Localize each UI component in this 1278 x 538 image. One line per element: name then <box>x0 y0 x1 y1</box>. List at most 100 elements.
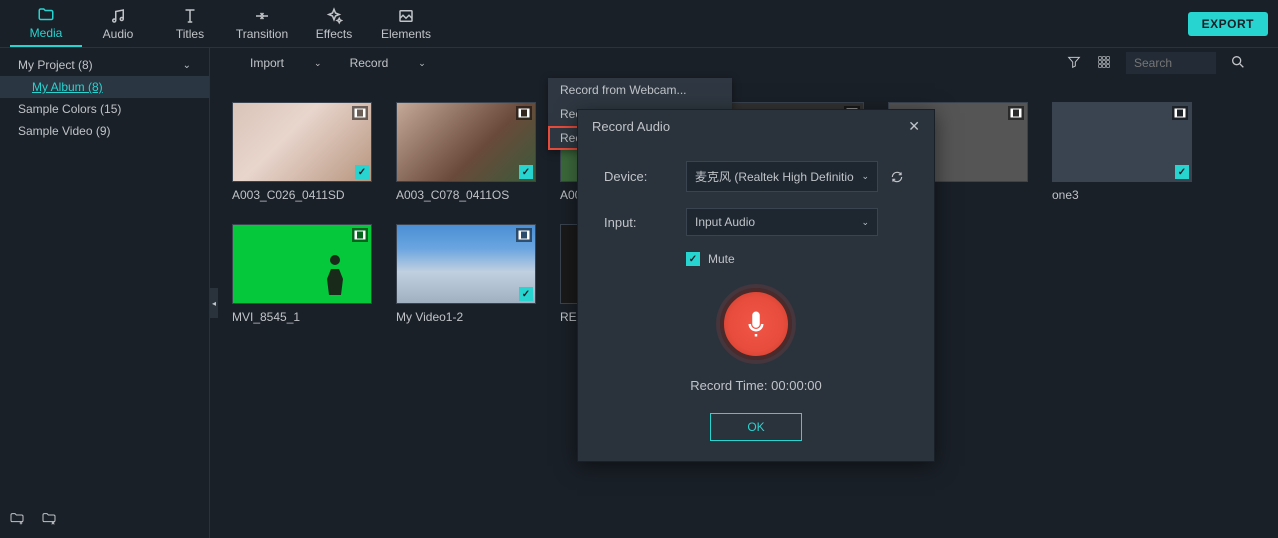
tab-media[interactable]: Media <box>10 1 82 47</box>
tree-label: Sample Video (9) <box>18 124 111 138</box>
check-icon: ✓ <box>1175 165 1189 179</box>
ok-button[interactable]: OK <box>710 413 801 441</box>
grid-view-button[interactable] <box>1096 54 1112 73</box>
import-dropdown[interactable]: Import ⌄ <box>242 52 330 74</box>
thumb-item[interactable]: MVI_8545_1 <box>232 224 372 324</box>
video-badge-icon <box>1008 106 1024 120</box>
mute-checkbox[interactable]: ✓ <box>686 252 700 266</box>
video-badge-icon <box>516 228 532 242</box>
sidebar-collapse-handle[interactable]: ◂ <box>210 288 218 318</box>
dialog-body: Device: 麦克风 (Realtek High Definitio ⌄ In… <box>578 143 934 461</box>
sidebar-item-my-project[interactable]: My Project (8) ⌄ <box>0 54 209 76</box>
thumb-item[interactable]: ✓ one3 <box>1052 102 1192 202</box>
input-value: Input Audio <box>695 215 755 229</box>
video-badge-icon <box>352 228 368 242</box>
tab-effects[interactable]: Effects <box>298 1 370 47</box>
microphone-icon <box>741 309 771 339</box>
video-badge-icon <box>516 106 532 120</box>
video-badge-icon <box>1172 106 1188 120</box>
chevron-down-icon: ⌄ <box>861 217 869 228</box>
chevron-down-icon: ⌄ <box>861 171 869 182</box>
music-note-icon <box>109 7 127 25</box>
device-label: Device: <box>604 169 686 184</box>
tab-audio[interactable]: Audio <box>82 1 154 47</box>
dialog-title: Record Audio <box>592 119 670 134</box>
record-button-wrap <box>604 288 908 360</box>
record-button[interactable] <box>720 288 792 360</box>
folder-icon <box>37 6 55 24</box>
thumb-item[interactable]: ✓ A003_C026_0411SD <box>232 102 372 202</box>
thumb-item[interactable]: ✓ My Video1-2 <box>396 224 536 324</box>
text-icon <box>181 7 199 25</box>
filter-icon <box>1066 54 1082 70</box>
record-time-label: Record Time: <box>690 378 767 393</box>
mute-row: ✓ Mute <box>686 252 908 266</box>
record-dropdown[interactable]: Record ⌄ <box>342 52 434 74</box>
check-icon: ✓ <box>355 165 369 179</box>
tab-label: Elements <box>381 27 431 41</box>
tab-label: Titles <box>176 27 204 41</box>
device-select[interactable]: 麦克风 (Realtek High Definitio ⌄ <box>686 161 878 192</box>
record-menu-webcam[interactable]: Record from Webcam... <box>548 78 732 102</box>
refresh-icon <box>890 170 904 184</box>
grid-icon <box>1096 54 1112 70</box>
person-silhouette <box>319 251 351 295</box>
close-icon: ✕ <box>908 118 920 134</box>
close-button[interactable]: ✕ <box>908 118 920 135</box>
tree-label: My Project (8) <box>18 58 93 72</box>
sidebar-item-sample-video[interactable]: Sample Video (9) <box>0 120 209 142</box>
thumb-label: one3 <box>1052 182 1192 202</box>
thumb-image: ✓ <box>1052 102 1192 182</box>
tree-label: Sample Colors (15) <box>18 102 121 116</box>
filter-button[interactable] <box>1066 54 1082 73</box>
tree-label: My Album (8) <box>32 80 103 94</box>
thumb-label: A003_C026_0411SD <box>232 182 372 202</box>
thumb-label: MVI_8545_1 <box>232 304 372 324</box>
tab-elements[interactable]: Elements <box>370 1 442 47</box>
device-row: Device: 麦克风 (Realtek High Definitio ⌄ <box>604 161 908 192</box>
search-input[interactable] <box>1126 52 1216 74</box>
tab-label: Transition <box>236 27 288 41</box>
remove-folder-button[interactable] <box>40 511 58 530</box>
thumb-image: ✓ <box>232 102 372 182</box>
record-time: Record Time: 00:00:00 <box>604 378 908 393</box>
tab-label: Media <box>30 26 63 40</box>
chevron-down-icon: ⌄ <box>183 60 191 71</box>
thumb-item[interactable]: ✓ A003_C078_0411OS <box>396 102 536 202</box>
mute-label: Mute <box>708 252 735 266</box>
transition-icon <box>253 7 271 25</box>
folder-plus-icon <box>8 511 26 527</box>
folder-x-icon <box>40 511 58 527</box>
sidebar-bottom-actions <box>8 511 58 530</box>
thumb-image: ✓ <box>396 224 536 304</box>
thumb-label: My Video1-2 <box>396 304 536 324</box>
content-toolbar: Import ⌄ Record ⌄ <box>210 48 1278 78</box>
dialog-titlebar[interactable]: Record Audio ✕ <box>578 110 934 143</box>
sidebar-item-sample-colors[interactable]: Sample Colors (15) <box>0 98 209 120</box>
tab-transition[interactable]: Transition <box>226 1 298 47</box>
input-select[interactable]: Input Audio ⌄ <box>686 208 878 236</box>
record-time-value: 00:00:00 <box>771 378 822 393</box>
record-audio-dialog: Record Audio ✕ Device: 麦克风 (Realtek High… <box>577 109 935 462</box>
import-label: Import <box>250 56 284 70</box>
search-icon <box>1230 54 1246 70</box>
sparkle-icon <box>325 7 343 25</box>
sidebar: My Project (8) ⌄ My Album (8) Sample Col… <box>0 48 210 538</box>
check-icon: ✓ <box>519 287 533 301</box>
ok-wrap: OK <box>604 413 908 441</box>
sidebar-item-my-album[interactable]: My Album (8) <box>0 76 209 98</box>
tab-label: Audio <box>103 27 134 41</box>
record-label: Record <box>350 56 389 70</box>
input-label: Input: <box>604 215 686 230</box>
add-folder-button[interactable] <box>8 511 26 530</box>
thumb-image: ✓ <box>396 102 536 182</box>
thumb-label: A003_C078_0411OS <box>396 182 536 202</box>
tab-titles[interactable]: Titles <box>154 1 226 47</box>
check-icon: ✓ <box>519 165 533 179</box>
chevron-down-icon: ⌄ <box>418 58 426 69</box>
export-button[interactable]: EXPORT <box>1188 12 1268 36</box>
refresh-devices-button[interactable] <box>886 163 908 191</box>
input-row: Input: Input Audio ⌄ <box>604 208 908 236</box>
image-icon <box>397 7 415 25</box>
search-button[interactable] <box>1230 54 1246 73</box>
